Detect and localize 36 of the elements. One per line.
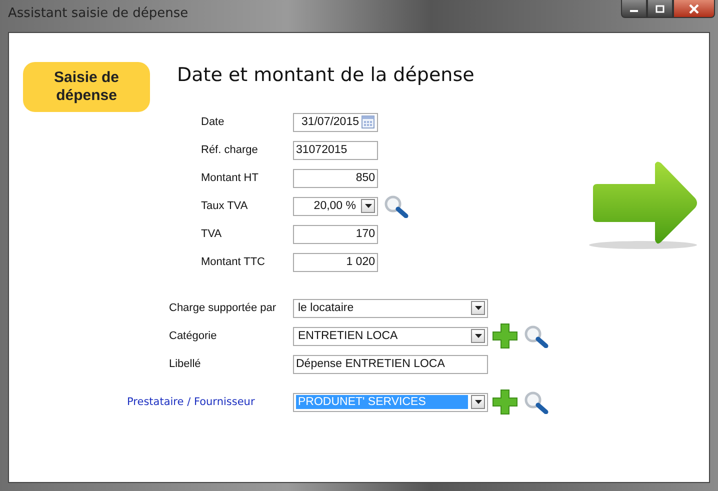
field-label: Date bbox=[201, 116, 226, 128]
search-icon[interactable] bbox=[522, 390, 550, 414]
minimize-button[interactable] bbox=[621, 0, 647, 18]
add-icon[interactable] bbox=[492, 323, 518, 349]
page-heading: Date et montant de la dépense bbox=[177, 64, 474, 86]
amount-field[interactable]: 170 bbox=[293, 224, 378, 244]
date-field[interactable]: 31/07/2015 bbox=[293, 112, 378, 132]
step-badge: Saisie de dépense bbox=[23, 62, 150, 112]
text-field[interactable]: Dépense ENTRETIEN LOCA bbox=[293, 354, 488, 374]
maximize-icon bbox=[654, 4, 666, 12]
field-label: Montant HT bbox=[201, 172, 260, 184]
dropdown-field[interactable]: le locataire bbox=[293, 298, 488, 318]
dropdown-field[interactable]: ENTRETIEN LOCA bbox=[293, 326, 488, 346]
add-icon[interactable] bbox=[492, 389, 518, 415]
selected-value: le locataire bbox=[297, 301, 355, 315]
window-title: Assistant saisie de dépense bbox=[8, 6, 188, 21]
search-icon[interactable] bbox=[522, 324, 550, 348]
search-icon[interactable] bbox=[382, 194, 410, 218]
amount-field[interactable]: 1 020 bbox=[293, 252, 378, 272]
field-label: Réf. charge bbox=[201, 144, 259, 156]
amount-field[interactable]: 850 bbox=[293, 168, 378, 188]
field-label: Montant TTC bbox=[201, 256, 266, 268]
field-label: Taux TVA bbox=[201, 200, 249, 212]
field-label: Libellé bbox=[168, 358, 202, 370]
close-icon bbox=[688, 4, 700, 14]
calendar-icon[interactable] bbox=[361, 115, 375, 129]
close-button[interactable] bbox=[673, 0, 715, 18]
rate-dropdown[interactable]: 20,00 % bbox=[293, 196, 378, 216]
supplier-link[interactable]: Prestataire / Fournisseur bbox=[121, 396, 293, 408]
maximize-button[interactable] bbox=[647, 0, 673, 18]
selected-value: ENTRETIEN LOCA bbox=[297, 329, 399, 343]
text-field[interactable]: 31072015 bbox=[293, 140, 378, 160]
field-label: Catégorie bbox=[168, 330, 218, 342]
selected-value: PRODUNET' SERVICES bbox=[296, 395, 468, 409]
field-label: Charge supportée par bbox=[168, 302, 278, 314]
field-label: TVA bbox=[201, 228, 223, 240]
